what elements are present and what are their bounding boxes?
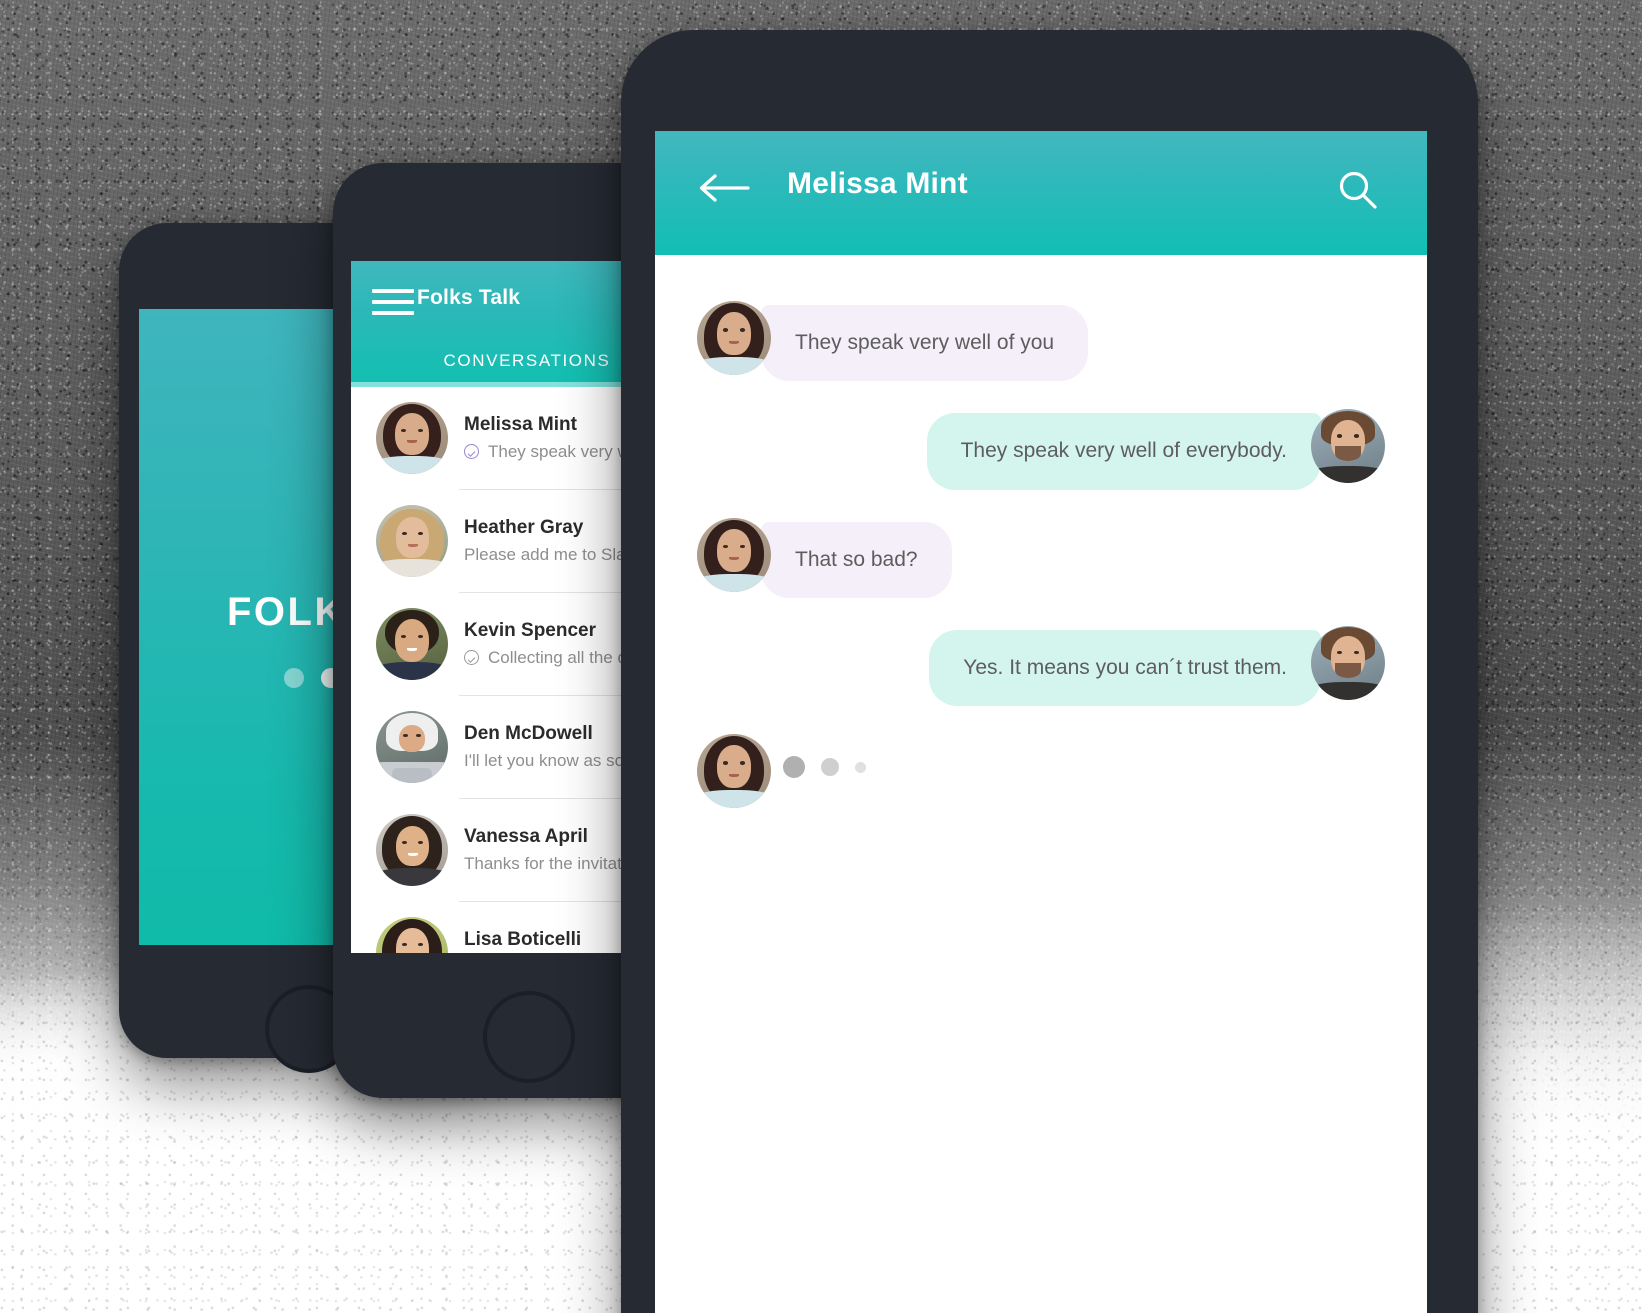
avatar <box>376 916 448 953</box>
typing-dot-1 <box>783 756 805 778</box>
message-row: Yes. It means you can´t trust them. <box>655 625 1427 706</box>
typing-dot-2 <box>821 758 839 776</box>
avatar <box>376 401 448 474</box>
message-bubble: They speak very well of everybody. <box>926 413 1321 490</box>
avatar <box>697 517 771 592</box>
message-preview: Thanks for the invitation <box>464 853 645 873</box>
contact-name: Heather Gray <box>464 516 584 538</box>
page-dot-1[interactable] <box>284 668 304 688</box>
contact-name: Vanessa April <box>464 825 588 847</box>
avatar <box>376 813 448 886</box>
chat-header: Melissa Mint <box>655 131 1427 255</box>
home-button[interactable] <box>483 991 575 1083</box>
typing-indicator <box>783 756 866 778</box>
hamburger-icon[interactable] <box>372 289 414 315</box>
chat-screen: Melissa Mint They speak very well of you… <box>655 131 1427 1313</box>
search-icon[interactable] <box>1337 169 1379 211</box>
message-row: That so bad? <box>655 517 1427 598</box>
message-row: They speak very well of you <box>655 301 1427 382</box>
app-title: Folks Talk <box>417 286 521 309</box>
avatar <box>697 734 771 808</box>
message-list: They speak very well of you They speak v… <box>655 255 1427 1313</box>
message-preview-row: Thanks for the invitation <box>464 854 644 874</box>
list-item-text: Heather Gray Please add me to Slack <box>464 517 643 565</box>
typing-dot-3 <box>855 761 866 773</box>
avatar <box>376 607 448 680</box>
message-preview-row: Please add me to Slack <box>464 545 643 565</box>
read-receipt-icon <box>464 650 479 665</box>
read-receipt-icon <box>464 444 479 459</box>
list-item-text: Vanessa April Thanks for the invitation <box>464 826 644 874</box>
message-bubble: That so bad? <box>761 521 952 598</box>
avatar <box>376 710 448 783</box>
back-arrow-icon[interactable] <box>698 173 750 203</box>
message-bubble: They speak very well of you <box>761 305 1089 382</box>
message-preview: Please add me to Slack <box>464 544 643 564</box>
page-title: Melissa Mint <box>787 167 968 200</box>
avatar <box>1311 409 1385 484</box>
message-bubble: Yes. It means you can´t trust them. <box>929 629 1321 706</box>
avatar <box>697 301 771 375</box>
typing-indicator-row <box>655 734 1427 808</box>
message-row: They speak very well of everybody. <box>655 409 1427 490</box>
avatar <box>376 504 448 577</box>
avatar <box>1311 625 1385 700</box>
phone-chat: Melissa Mint They speak very well of you… <box>621 30 1478 1313</box>
